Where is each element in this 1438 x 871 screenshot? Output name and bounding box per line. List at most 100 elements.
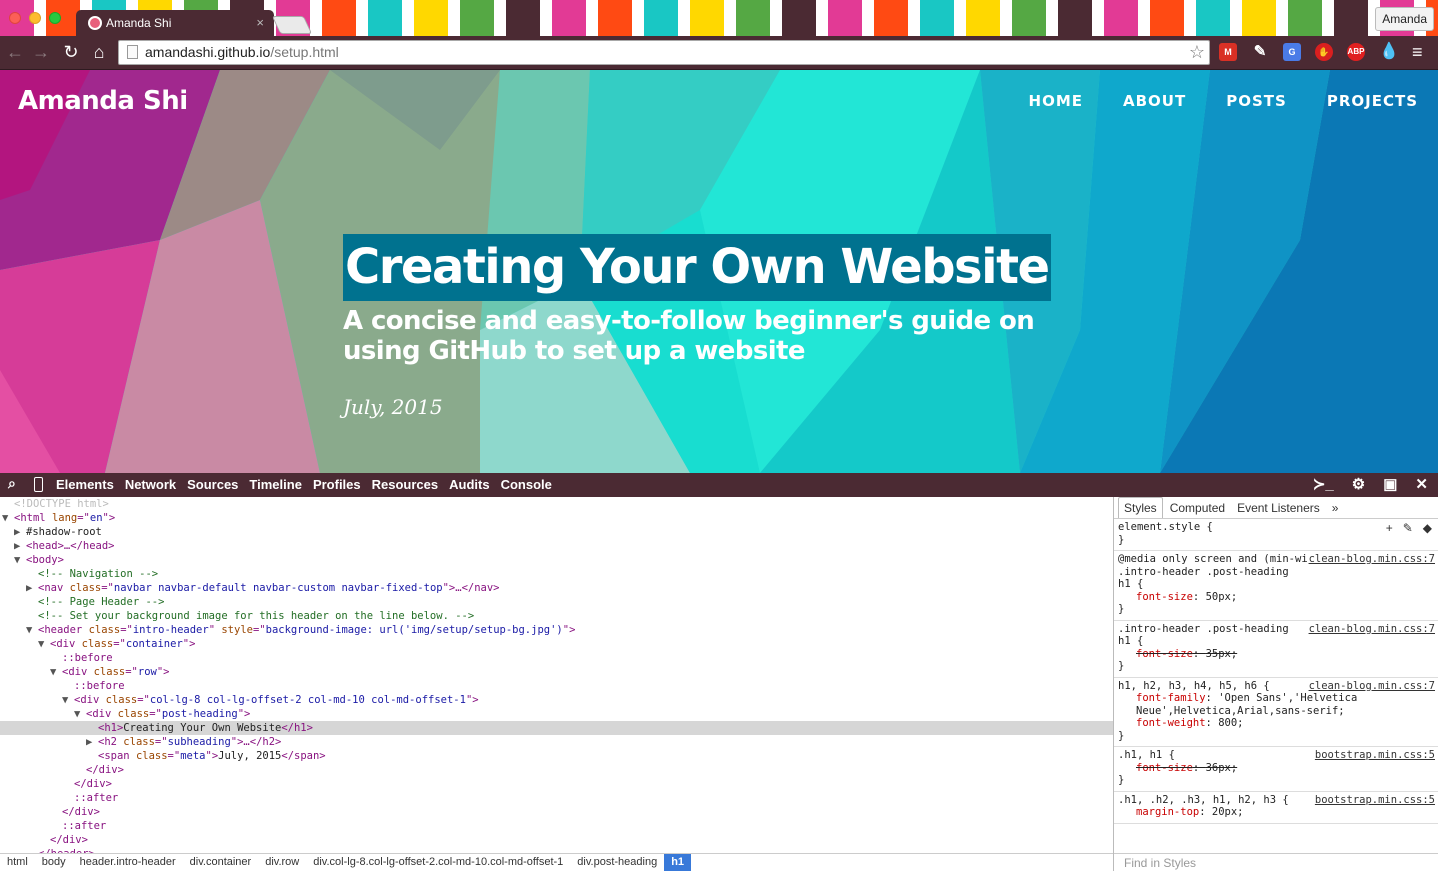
nav-link-projects[interactable]: PROJECTS bbox=[1327, 92, 1418, 110]
breadcrumb-item[interactable]: div.row bbox=[258, 854, 306, 871]
dom-node[interactable]: <!DOCTYPE html> bbox=[0, 497, 1113, 511]
tab-close-icon[interactable]: × bbox=[256, 10, 264, 36]
dom-node[interactable]: <!-- Navigation --> bbox=[0, 567, 1113, 581]
find-in-styles-input[interactable]: Find in Styles bbox=[1114, 853, 1438, 871]
dom-node[interactable]: ▶ <h2 class="subheading">…</h2> bbox=[0, 735, 1113, 749]
rule-source-link[interactable]: bootstrap.min.css:5 bbox=[1312, 749, 1435, 762]
dom-node[interactable]: ▶ #shadow-root bbox=[0, 525, 1113, 539]
nav-link-about[interactable]: ABOUT bbox=[1123, 92, 1186, 110]
devtools-tab-console[interactable]: Console bbox=[501, 477, 552, 492]
dom-node[interactable]: ▼ <div class="post-heading"> bbox=[0, 707, 1113, 721]
collapsed-triangle-icon[interactable]: ▶ bbox=[14, 525, 26, 539]
dom-node[interactable]: ::before bbox=[0, 679, 1113, 693]
back-arrow-icon[interactable]: ← bbox=[4, 40, 26, 64]
dom-node[interactable]: ▶ <head>…</head> bbox=[0, 539, 1113, 553]
console-drawer-icon[interactable]: ≻_ bbox=[1313, 475, 1334, 493]
new-tab-button[interactable] bbox=[271, 16, 313, 34]
collapsed-triangle-icon[interactable]: ▶ bbox=[26, 581, 38, 595]
breadcrumb-item[interactable]: body bbox=[35, 854, 73, 871]
settings-gear-icon[interactable]: ⚙ bbox=[1352, 475, 1365, 493]
rule-source-link[interactable]: clean-blog.min.css:7 bbox=[1306, 553, 1435, 566]
breadcrumb-item[interactable]: h1 bbox=[664, 854, 692, 871]
address-bar[interactable]: amandashi.github.io/setup.html ☆ bbox=[118, 40, 1210, 65]
nav-link-home[interactable]: HOME bbox=[1029, 92, 1083, 110]
expand-triangle-icon[interactable]: ▼ bbox=[26, 623, 38, 637]
forward-arrow-icon[interactable]: → bbox=[30, 40, 52, 64]
dom-node[interactable]: ▼ <html lang="en"> bbox=[0, 511, 1113, 525]
devtools-close-icon[interactable]: ✕ bbox=[1415, 475, 1428, 493]
style-property[interactable]: font-size: 35px; bbox=[1118, 648, 1434, 661]
translate-extension-icon[interactable]: G bbox=[1283, 43, 1301, 61]
expand-triangle-icon[interactable]: ▼ bbox=[74, 707, 86, 721]
window-minimize-button[interactable] bbox=[29, 12, 41, 24]
styles-tab-computed[interactable]: Computed bbox=[1165, 498, 1230, 518]
devtools-tab-network[interactable]: Network bbox=[125, 477, 176, 492]
dom-node[interactable]: </div> bbox=[0, 763, 1113, 777]
dom-node[interactable]: ::before bbox=[0, 651, 1113, 665]
pen-extension-icon[interactable]: ✎ bbox=[1251, 43, 1269, 61]
style-property[interactable]: font-weight: 800; bbox=[1118, 717, 1434, 730]
devtools-tab-profiles[interactable]: Profiles bbox=[313, 477, 361, 492]
dom-node[interactable]: ▼ <div class="row"> bbox=[0, 665, 1113, 679]
dom-node[interactable]: <!-- Set your background image for this … bbox=[0, 609, 1113, 623]
dom-node[interactable]: ::after bbox=[0, 791, 1113, 805]
styles-tab-more[interactable]: » bbox=[1327, 498, 1344, 518]
devtools-tab-elements[interactable]: Elements bbox=[56, 477, 114, 492]
rule-source-link[interactable]: clean-blog.min.css:7 bbox=[1306, 679, 1435, 692]
dom-node[interactable]: ▼ <div class="container"> bbox=[0, 637, 1113, 651]
dom-node[interactable]: </div> bbox=[0, 833, 1113, 847]
dom-node[interactable]: <span class="meta">July, 2015</span> bbox=[0, 749, 1113, 763]
dom-node[interactable]: </div> bbox=[0, 805, 1113, 819]
device-mode-icon[interactable] bbox=[34, 477, 43, 492]
bookmark-star-icon[interactable]: ☆ bbox=[1189, 41, 1205, 64]
adblock-extension-icon[interactable]: ABP bbox=[1347, 43, 1365, 61]
expand-triangle-icon[interactable]: ▼ bbox=[38, 637, 50, 651]
styles-tab-styles[interactable]: Styles bbox=[1118, 497, 1163, 518]
profile-button[interactable]: Amanda bbox=[1375, 7, 1434, 31]
expand-triangle-icon[interactable]: ▼ bbox=[62, 693, 74, 707]
expand-triangle-icon[interactable]: ▼ bbox=[14, 553, 26, 567]
drop-extension-icon[interactable]: 💧 bbox=[1379, 43, 1399, 61]
hamburger-menu-icon[interactable]: ≡ bbox=[1412, 42, 1423, 63]
window-close-button[interactable] bbox=[9, 12, 21, 24]
breadcrumb-item[interactable]: div.col-lg-8.col-lg-offset-2.col-md-10.c… bbox=[306, 854, 570, 871]
dom-node[interactable]: ▼ <div class="col-lg-8 col-lg-offset-2 co… bbox=[0, 693, 1113, 707]
devtools-tab-sources[interactable]: Sources bbox=[187, 477, 238, 492]
dom-node[interactable]: ▼ <body> bbox=[0, 553, 1113, 567]
breadcrumb-item[interactable]: html bbox=[0, 854, 35, 871]
gmail-extension-icon[interactable]: M bbox=[1219, 43, 1237, 61]
dock-side-icon[interactable]: ▣ bbox=[1383, 475, 1397, 493]
dom-node[interactable]: ::after bbox=[0, 819, 1113, 833]
rule-source-link[interactable]: bootstrap.min.css:5 bbox=[1312, 793, 1435, 806]
breadcrumb-item[interactable]: div.post-heading bbox=[570, 854, 664, 871]
styles-tab-event-listeners[interactable]: Event Listeners bbox=[1232, 498, 1325, 518]
inspect-search-icon[interactable]: ⌕ bbox=[8, 475, 16, 492]
style-property[interactable]: margin-top: 20px; bbox=[1118, 806, 1434, 819]
browser-tab[interactable]: Amanda Shi × bbox=[76, 10, 274, 36]
window-maximize-button[interactable] bbox=[49, 12, 61, 24]
dom-node[interactable]: ▶ <nav class="navbar navbar-default navba… bbox=[0, 581, 1113, 595]
dom-node[interactable]: <!-- Page Header --> bbox=[0, 595, 1113, 609]
reload-icon[interactable]: ↻ bbox=[60, 40, 82, 64]
style-property[interactable]: font-size: 50px; bbox=[1118, 591, 1434, 604]
stop-extension-icon[interactable]: ✋ bbox=[1315, 43, 1333, 61]
rule-source-link[interactable]: clean-blog.min.css:7 bbox=[1306, 622, 1435, 635]
dom-token: "> bbox=[182, 638, 196, 650]
expand-triangle-icon[interactable]: ▼ bbox=[2, 511, 14, 525]
devtools-tab-timeline[interactable]: Timeline bbox=[249, 477, 302, 492]
devtools-tab-resources[interactable]: Resources bbox=[372, 477, 438, 492]
dom-node[interactable]: </div> bbox=[0, 777, 1113, 791]
expand-triangle-icon[interactable]: ▼ bbox=[50, 665, 62, 679]
breadcrumb-item[interactable]: header.intro-header bbox=[73, 854, 183, 871]
collapsed-triangle-icon[interactable]: ▶ bbox=[86, 735, 98, 749]
nav-link-posts[interactable]: POSTS bbox=[1226, 92, 1287, 110]
dom-node-selected[interactable]: <h1>Creating Your Own Website</h1> bbox=[0, 721, 1113, 735]
site-brand-logo[interactable]: Amanda Shi bbox=[18, 86, 188, 116]
home-icon[interactable]: ⌂ bbox=[88, 40, 110, 64]
style-property[interactable]: font-family: 'Open Sans','Helvetica Neue… bbox=[1118, 692, 1434, 717]
dom-node[interactable]: ▼ <header class="intro-header" style="bac… bbox=[0, 623, 1113, 637]
devtools-tab-audits[interactable]: Audits bbox=[449, 477, 489, 492]
style-property[interactable]: font-size: 36px; bbox=[1118, 762, 1434, 775]
breadcrumb-item[interactable]: div.container bbox=[183, 854, 259, 871]
collapsed-triangle-icon[interactable]: ▶ bbox=[14, 539, 26, 553]
